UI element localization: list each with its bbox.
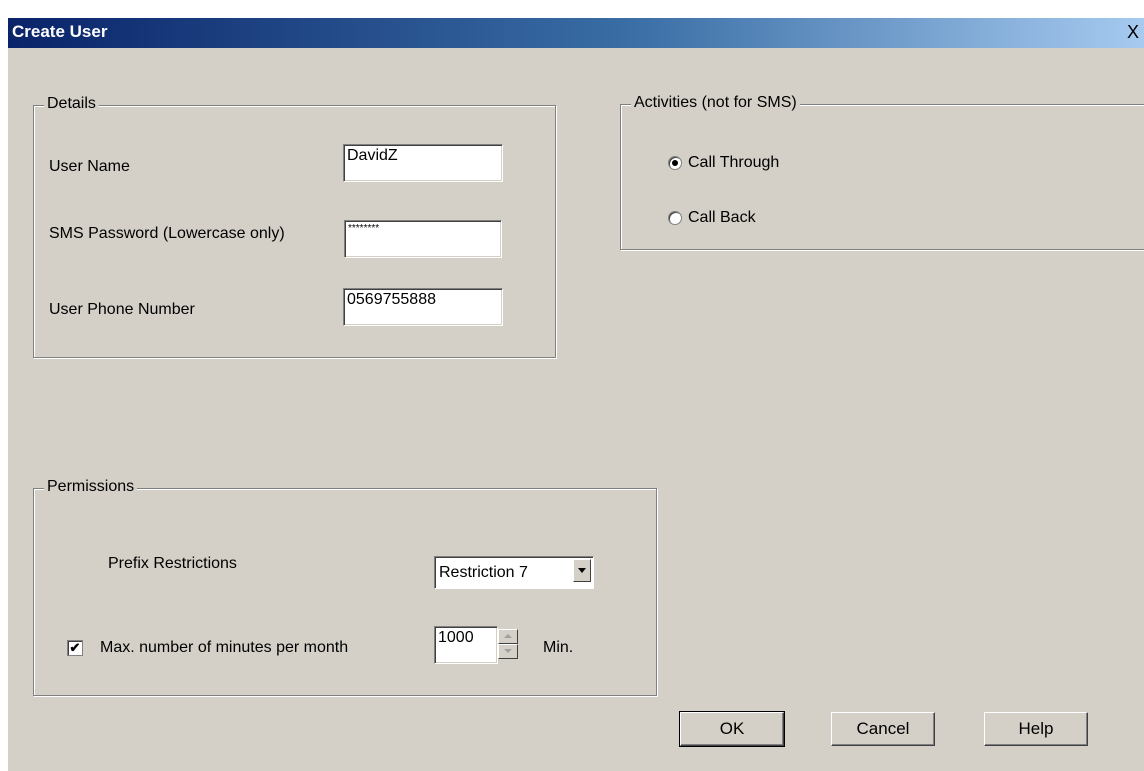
phone-label: User Phone Number [49, 301, 195, 318]
prefix-restriction-dropdown[interactable]: Restriction 7 [434, 556, 594, 589]
create-user-dialog: Create User X Details User Name DavidZ S… [8, 18, 1144, 771]
user-name-field[interactable]: DavidZ [343, 144, 503, 182]
spin-up-button[interactable] [498, 629, 518, 644]
minutes-unit-label: Min. [543, 639, 574, 656]
chevron-down-icon [578, 568, 586, 573]
phone-field[interactable]: 0569755888 [343, 288, 503, 326]
dropdown-arrow-button[interactable] [573, 559, 591, 582]
dialog-title: Create User [12, 22, 108, 41]
call-back-label[interactable]: Call Back [688, 209, 756, 227]
permissions-legend: Permissions [44, 478, 138, 496]
details-legend: Details [44, 95, 99, 113]
help-button[interactable]: Help [984, 712, 1088, 746]
max-minutes-field[interactable]: 1000 [434, 626, 498, 664]
max-minutes-checkbox[interactable]: ✔ [67, 640, 83, 656]
max-minutes-label[interactable]: Max. number of minutes per month [100, 639, 348, 657]
prefix-restrictions-label: Prefix Restrictions [108, 555, 237, 572]
close-icon[interactable]: X [1124, 22, 1142, 42]
ok-button[interactable]: OK [679, 711, 785, 747]
call-back-radio[interactable] [668, 211, 682, 225]
call-through-label[interactable]: Call Through [688, 154, 779, 172]
title-bar[interactable]: Create User X [8, 18, 1144, 48]
prefix-restriction-value: Restriction 7 [439, 564, 528, 581]
spin-down-button[interactable] [498, 644, 518, 659]
sms-password-label: SMS Password (Lowercase only) [49, 225, 285, 242]
arrow-down-icon [504, 649, 512, 653]
cancel-button[interactable]: Cancel [831, 712, 935, 746]
details-group: Details User Name DavidZ SMS Password (L… [33, 95, 556, 358]
activities-legend: Activities (not for SMS) [631, 94, 800, 112]
call-through-radio[interactable] [668, 156, 682, 170]
user-name-label: User Name [49, 158, 130, 175]
permissions-group: Permissions Prefix Restrictions Restrict… [33, 478, 657, 696]
activities-group: Activities (not for SMS) Call Through Ca… [620, 94, 1144, 250]
sms-password-field[interactable]: ******** [344, 220, 502, 258]
arrow-up-icon [504, 634, 512, 638]
